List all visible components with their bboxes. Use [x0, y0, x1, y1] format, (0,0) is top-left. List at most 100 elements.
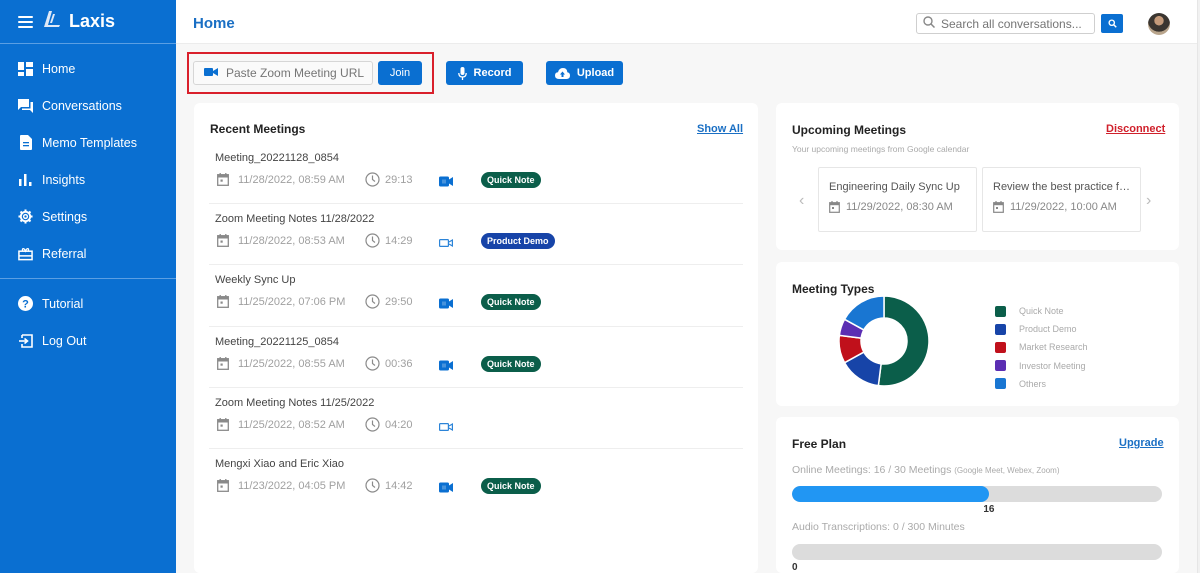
- meeting-meta-row: 11/25/2022, 08:55 AM 00:36 Quick Note: [215, 355, 735, 372]
- sidebar-item-referral[interactable]: Referral: [0, 235, 176, 272]
- upcoming-meeting-card[interactable]: Review the best practice for ... 11/29/2…: [982, 167, 1141, 232]
- zoom-video-icon: [439, 419, 453, 437]
- upcoming-meeting-date-row: 11/29/2022, 10:00 AM: [993, 201, 1117, 213]
- meeting-app-video-icon: [439, 358, 453, 376]
- sidebar-nav: Home Conversations Memo Templates Insigh…: [0, 44, 176, 359]
- meeting-date: 11/25/2022, 08:52 AM: [238, 418, 345, 431]
- hamburger-menu-icon[interactable]: [18, 15, 33, 28]
- legend-swatch: [995, 360, 1006, 372]
- meeting-list-item[interactable]: Zoom Meeting Notes 11/28/2022 11/28/2022,…: [209, 204, 743, 266]
- logout-icon: [18, 333, 33, 348]
- donut-slice-quick-note[interactable]: [877, 295, 930, 387]
- meeting-type-badge: Product Demo: [481, 233, 555, 250]
- sidebar-item-settings[interactable]: Settings: [0, 198, 176, 235]
- online-meetings-note: (Google Meet, Webex, Zoom): [954, 466, 1060, 475]
- online-meetings-value: 16: [983, 504, 995, 515]
- carousel-next-chevron-icon[interactable]: ›: [1146, 192, 1151, 210]
- sidebar-item-label: Insights: [42, 172, 86, 187]
- meeting-list-item[interactable]: Mengxi Xiao and Eric Xiao 11/23/2022, 04:…: [209, 449, 743, 510]
- carousel-prev-chevron-icon[interactable]: ‹: [799, 192, 804, 210]
- meeting-duration: 29:50: [385, 296, 413, 309]
- audio-transcriptions-progress-bar: [792, 544, 1162, 560]
- clock-icon: [365, 417, 380, 437]
- legend-label: Others: [1019, 378, 1047, 389]
- online-meetings-progress-bar: [792, 486, 1162, 502]
- meeting-title: Meeting_20221125_0854: [215, 335, 339, 348]
- sidebar-item-tutorial[interactable]: ? Tutorial: [0, 285, 176, 322]
- meeting-title: Weekly Sync Up: [215, 274, 296, 287]
- upcoming-meeting-title: Review the best practice for ...: [993, 181, 1133, 193]
- brand-bar: Laxis: [0, 0, 176, 44]
- meeting-list-item[interactable]: Weekly Sync Up 11/25/2022, 07:06 PM 29:50 Q…: [209, 265, 743, 327]
- legend-label: Quick Note: [1019, 306, 1064, 317]
- document-icon: [18, 135, 33, 150]
- legend-item[interactable]: Others: [995, 375, 1088, 393]
- meeting-list-item[interactable]: Meeting_20221125_0854 11/25/2022, 08:55 A…: [209, 327, 743, 388]
- calendar-icon: [217, 417, 229, 436]
- gift-icon: [18, 246, 33, 261]
- meeting-title: Zoom Meeting Notes 11/25/2022: [215, 396, 375, 409]
- legend-item[interactable]: Quick Note: [995, 302, 1088, 320]
- calendar-icon: [217, 295, 229, 313]
- upload-button[interactable]: Upload: [546, 61, 623, 85]
- audio-transcriptions-value: 0: [792, 562, 798, 573]
- sidebar-item-insights[interactable]: Insights: [0, 161, 176, 198]
- sidebar-item-label: Home: [42, 61, 76, 76]
- sidebar-item-log-out[interactable]: Log Out: [0, 322, 176, 359]
- meeting-types-title: Meeting Types: [792, 282, 875, 296]
- clock-icon: [365, 233, 380, 253]
- legend-swatch: [995, 323, 1006, 335]
- meeting-list-item[interactable]: Meeting_20221128_0854 11/28/2022, 08:59 A…: [209, 143, 743, 205]
- join-button[interactable]: Join: [378, 61, 422, 85]
- meeting-meta-row: 11/25/2022, 07:06 PM 29:50 Quick Note: [215, 294, 735, 313]
- recent-meetings-title: Recent Meetings: [210, 122, 306, 136]
- legend-item[interactable]: Product Demo: [995, 320, 1088, 338]
- sidebar-item-conversations[interactable]: Conversations: [0, 87, 176, 124]
- meeting-app-video-icon: [439, 296, 453, 314]
- zoom-url-field[interactable]: [193, 61, 373, 85]
- calendar-icon: [829, 201, 840, 213]
- meeting-date: 11/28/2022, 08:53 AM: [238, 235, 345, 248]
- meeting-date: 11/28/2022, 08:59 AM: [238, 174, 345, 186]
- user-avatar[interactable]: [1148, 13, 1170, 35]
- sidebar-item-label: Referral: [42, 246, 87, 261]
- show-all-link[interactable]: Show All: [697, 123, 743, 135]
- upcoming-meeting-card[interactable]: Engineering Daily Sync Up 11/29/2022, 08…: [818, 167, 977, 232]
- upcoming-meeting-date: 11/29/2022, 10:00 AM: [1010, 201, 1117, 213]
- meeting-duration: 14:29: [385, 235, 413, 248]
- sidebar-item-home[interactable]: Home: [0, 50, 176, 87]
- meeting-duration: 14:42: [385, 479, 413, 492]
- legend-label: Product Demo: [1019, 324, 1077, 335]
- clock-icon: [365, 355, 380, 376]
- meeting-app-video-icon: [439, 174, 453, 192]
- calendar-icon: [217, 478, 229, 497]
- sidebar: Laxis Home Conversations Memo Templates …: [0, 0, 176, 573]
- meeting-list-item[interactable]: Zoom Meeting Notes 11/25/2022 11/25/2022,…: [209, 388, 743, 449]
- search-input[interactable]: [941, 16, 1086, 31]
- sidebar-item-memo-templates[interactable]: Memo Templates: [0, 124, 176, 161]
- meeting-duration: 29:13: [385, 174, 413, 186]
- legend-item[interactable]: Market Research: [995, 338, 1088, 356]
- record-button[interactable]: Record: [446, 61, 523, 85]
- zoom-url-input[interactable]: [226, 66, 371, 80]
- sidebar-item-label: Conversations: [42, 98, 122, 113]
- disconnect-link[interactable]: Disconnect: [1106, 123, 1165, 135]
- calendar-icon: [993, 201, 1004, 213]
- search-icon: [1107, 15, 1117, 33]
- upgrade-link[interactable]: Upgrade: [1119, 437, 1164, 449]
- sidebar-divider: [0, 278, 176, 279]
- meeting-type-badge: Quick Note: [481, 172, 541, 188]
- help-icon: ?: [18, 296, 33, 311]
- upcoming-meeting-date-row: 11/29/2022, 08:30 AM: [829, 201, 953, 213]
- chat-icon: [18, 98, 33, 113]
- online-meetings-label: Online Meetings: 16 / 30 Meetings: [792, 464, 952, 476]
- legend-swatch: [995, 305, 1006, 317]
- search-field[interactable]: [916, 13, 1095, 34]
- sidebar-item-label: Memo Templates: [42, 135, 137, 150]
- search-button[interactable]: [1101, 14, 1123, 33]
- sidebar-item-label: Settings: [42, 209, 88, 224]
- legend-item[interactable]: Investor Meeting: [995, 357, 1088, 375]
- upcoming-meeting-date: 11/29/2022, 08:30 AM: [846, 201, 953, 213]
- sidebar-item-label: Tutorial: [42, 296, 84, 311]
- dashboard-icon: [18, 61, 33, 76]
